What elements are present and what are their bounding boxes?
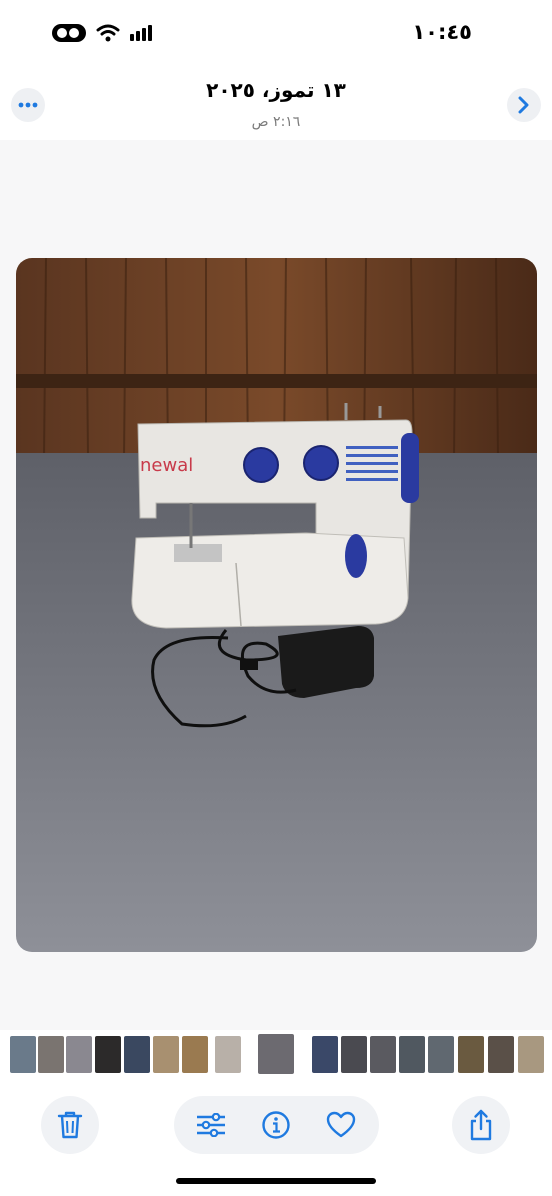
- next-button[interactable]: [507, 88, 541, 122]
- bottom-toolbar: [0, 1082, 552, 1196]
- thumbnail[interactable]: [312, 1036, 338, 1073]
- brand-text: newal: [140, 455, 193, 476]
- home-indicator[interactable]: [176, 1178, 376, 1184]
- thumbnail[interactable]: [341, 1036, 367, 1073]
- adjust-button[interactable]: [182, 1096, 240, 1154]
- favorite-button[interactable]: [312, 1096, 370, 1154]
- thumbnail[interactable]: [488, 1036, 514, 1073]
- trash-icon: [57, 1111, 83, 1139]
- photo-date-title: ١٣ تموز، ٢٠٢٥: [206, 78, 346, 102]
- share-icon: [470, 1109, 492, 1141]
- actions-pill: [174, 1096, 379, 1154]
- photo-viewer[interactable]: newal: [0, 140, 552, 1030]
- adjust-icon: [197, 1113, 225, 1137]
- thumbnail[interactable]: [153, 1036, 179, 1073]
- thumbnail[interactable]: [458, 1036, 484, 1073]
- thumbnail[interactable]: [399, 1036, 425, 1073]
- heart-icon: [326, 1111, 356, 1138]
- ellipsis-icon: [18, 102, 38, 108]
- thumbnail[interactable]: [518, 1036, 544, 1073]
- thumbnail[interactable]: [95, 1036, 121, 1073]
- photo-time-subtitle: ٢:١٦ ص: [251, 114, 301, 130]
- thumbnail[interactable]: [38, 1036, 64, 1073]
- wifi-icon: [96, 24, 120, 42]
- info-button[interactable]: [247, 1096, 305, 1154]
- thumbnail[interactable]: [124, 1036, 150, 1073]
- sewing-machine-photo: newal: [16, 258, 537, 952]
- info-icon: [262, 1111, 290, 1139]
- thumbnail[interactable]: [428, 1036, 454, 1073]
- status-icons: [52, 24, 154, 42]
- thumbnail[interactable]: [370, 1036, 396, 1073]
- thumbnail-strip[interactable]: [0, 1030, 552, 1082]
- share-button[interactable]: [452, 1096, 510, 1154]
- thumbnail[interactable]: [215, 1036, 241, 1073]
- thumbnail[interactable]: [10, 1036, 36, 1073]
- focus-mode-icon: [52, 24, 86, 42]
- thumbnail[interactable]: [66, 1036, 92, 1073]
- chevron-right-icon: [518, 96, 529, 114]
- thumbnail[interactable]: [182, 1036, 208, 1073]
- delete-button[interactable]: [41, 1096, 99, 1154]
- photo[interactable]: newal: [16, 258, 537, 952]
- status-time: ١٠:٤٥: [412, 20, 472, 44]
- status-bar: ١٠:٤٥: [0, 0, 552, 70]
- signal-icon: [130, 25, 152, 41]
- thumbnail-current[interactable]: [258, 1034, 294, 1074]
- photo-header: ١٣ تموز، ٢٠٢٥ ٢:١٦ ص: [0, 70, 552, 140]
